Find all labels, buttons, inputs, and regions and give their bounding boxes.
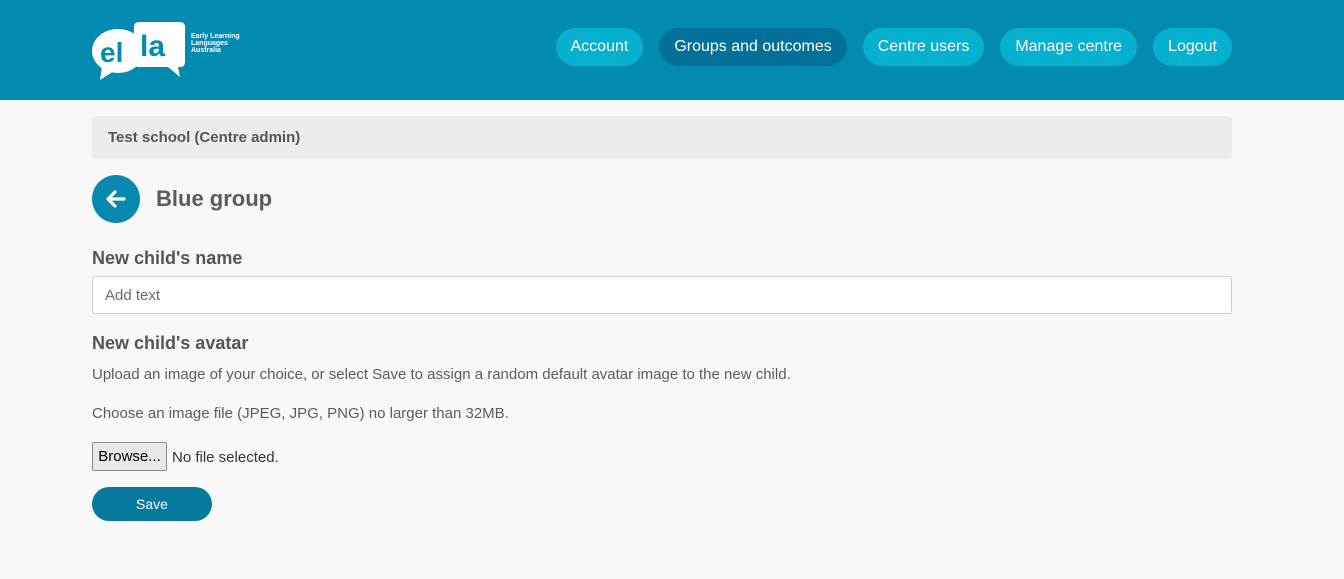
ella-logo[interactable]: el la Early Learning Languages Australia <box>92 20 252 80</box>
nav-centre-users-button[interactable]: Centre users <box>862 28 985 66</box>
child-name-input[interactable] <box>92 276 1232 314</box>
browse-button[interactable]: Browse... <box>92 442 167 471</box>
nav-logout-button[interactable]: Logout <box>1153 28 1232 66</box>
breadcrumb: Test school (Centre admin) <box>92 116 1232 159</box>
arrow-left-icon <box>106 190 126 208</box>
back-button[interactable] <box>92 175 140 223</box>
page-title: Blue group <box>156 186 273 211</box>
svg-text:la: la <box>140 30 165 63</box>
site-header: el la Early Learning Languages Australia… <box>0 0 1344 100</box>
child-name-label: New child's name <box>92 248 243 268</box>
nav-manage-centre-button[interactable]: Manage centre <box>1000 28 1138 66</box>
file-help-text: Choose an image file (JPEG, JPG, PNG) no… <box>92 405 509 422</box>
breadcrumb-text: Test school (Centre admin) <box>108 129 301 146</box>
logo-tagline: Early Learning Languages Australia <box>191 33 240 54</box>
file-status-text: No file selected. <box>172 449 279 466</box>
avatar-help-text: Upload an image of your choice, or selec… <box>92 366 791 383</box>
save-button[interactable]: Save <box>92 487 212 521</box>
ella-speech-bubbles-icon: el la <box>92 22 185 80</box>
child-avatar-label: New child's avatar <box>92 333 249 353</box>
main-nav: Account Groups and outcomes Centre users… <box>555 28 1232 66</box>
nav-account-button[interactable]: Account <box>555 28 644 66</box>
nav-groups-and-outcomes-button[interactable]: Groups and outcomes <box>659 28 847 66</box>
svg-text:el: el <box>100 37 123 68</box>
